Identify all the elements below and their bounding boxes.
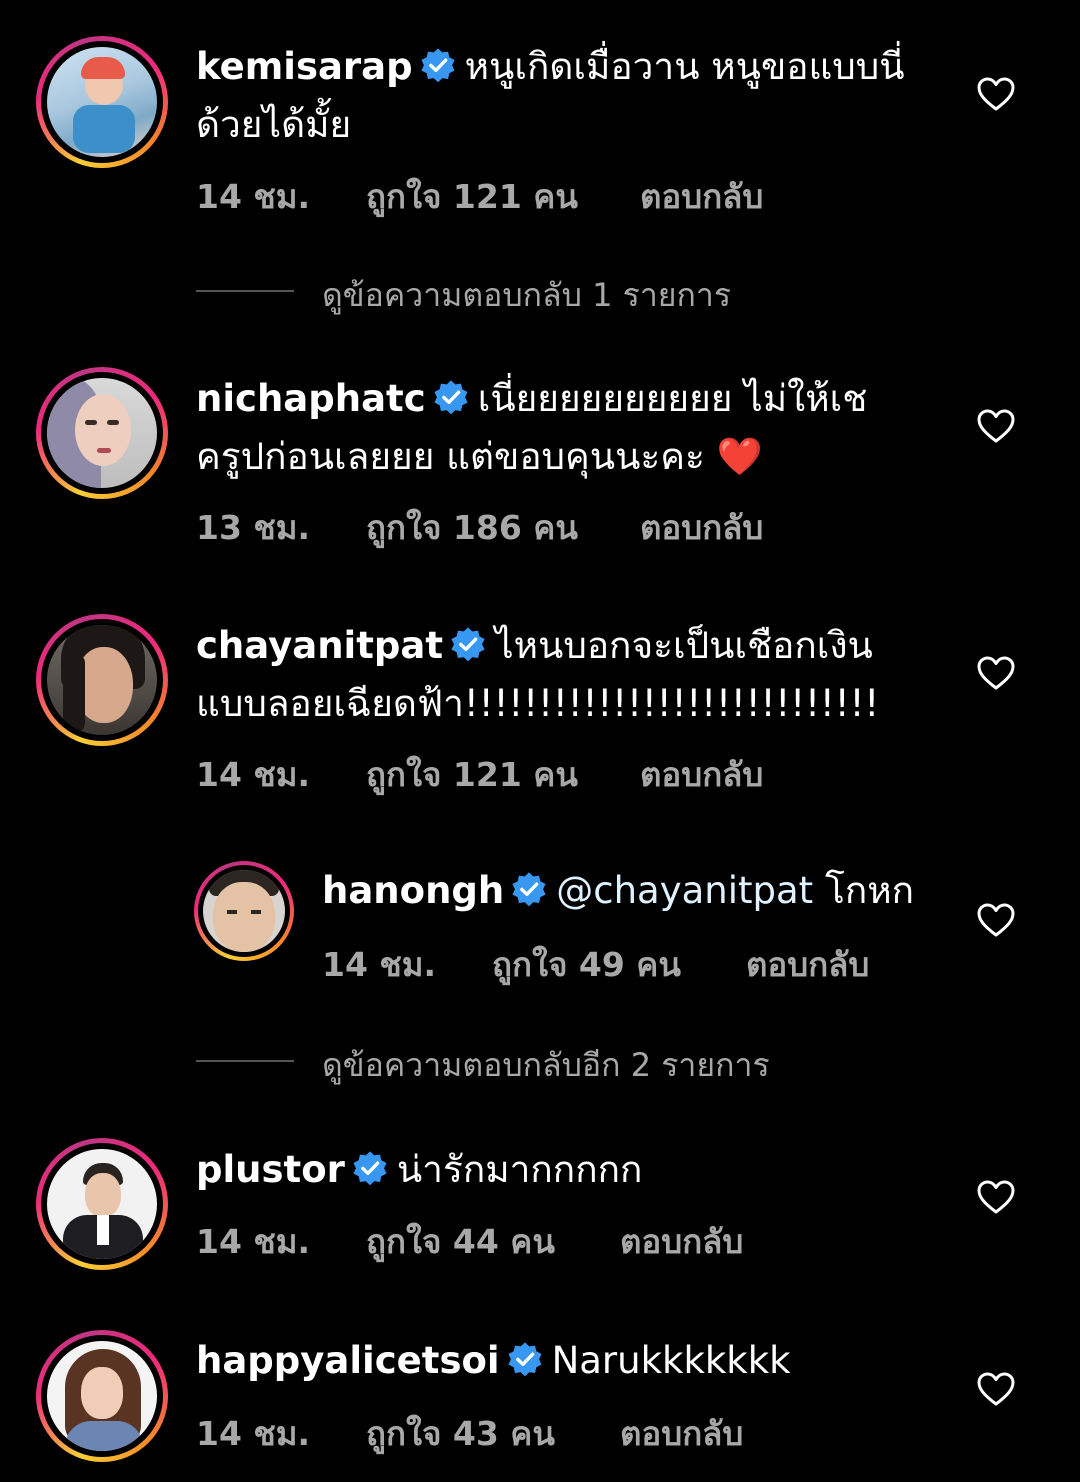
- likes-count[interactable]: ถูกใจ 121 คน: [366, 170, 578, 223]
- likes-count[interactable]: ถูกใจ 121 คน: [366, 748, 578, 801]
- comment-text: hanongh @chayanitpat โกหก: [322, 862, 942, 920]
- timestamp: 14 ชม.: [196, 177, 311, 216]
- comment-body: โกหก: [813, 869, 915, 912]
- username[interactable]: nichaphatc: [196, 377, 426, 420]
- heart-outline-icon[interactable]: [976, 407, 1016, 447]
- comment-body: หนูเกิดเมื่อวาน หนูขอแบบนี่: [464, 45, 905, 88]
- avatar[interactable]: [194, 861, 294, 961]
- timestamp: 14 ชม.: [196, 755, 311, 794]
- timestamp: 14 ชม.: [196, 1222, 311, 1261]
- likes-count[interactable]: ถูกใจ 49 คน: [492, 938, 681, 991]
- red-heart-emoji: ❤️: [716, 435, 763, 478]
- comment-body: น่ารักมากกกกก: [396, 1148, 643, 1191]
- heart-outline-icon[interactable]: [976, 75, 1016, 115]
- verified-badge-icon: [351, 1149, 389, 1187]
- username[interactable]: plustor: [196, 1148, 345, 1191]
- avatar[interactable]: [36, 614, 168, 746]
- comment-text: happyalicetsoi Narukkkkkkk: [196, 1332, 936, 1390]
- divider-line: [196, 290, 294, 292]
- username[interactable]: chayanitpat: [196, 624, 443, 667]
- comment-body: ไหนบอกจะเป็นเชือกเงิน: [495, 624, 873, 667]
- heart-outline-icon[interactable]: [976, 654, 1016, 694]
- timestamp: 13 ชม.: [196, 508, 311, 547]
- view-replies-label[interactable]: ดูข้อความตอบกลับอีก 2 รายการ: [322, 1040, 770, 1091]
- divider-line: [196, 1060, 294, 1062]
- reply-button[interactable]: ตอบกลับ: [620, 1215, 743, 1268]
- verified-badge-icon: [506, 1340, 544, 1378]
- avatar[interactable]: [36, 1330, 168, 1462]
- reply-button[interactable]: ตอบกลับ: [640, 170, 763, 223]
- likes-count[interactable]: ถูกใจ 43 คน: [366, 1407, 555, 1460]
- comment-text: chayanitpat ไหนบอกจะเป็นเชือกเงิน แบบลอยเ…: [196, 617, 936, 733]
- reply-button[interactable]: ตอบกลับ: [640, 748, 763, 801]
- verified-badge-icon: [449, 625, 487, 663]
- comment-body: เนี่ยยยยยยยยยย ไม่ให้เช: [477, 377, 868, 420]
- likes-count[interactable]: ถูกใจ 186 คน: [366, 501, 578, 554]
- verified-badge-icon: [510, 870, 548, 908]
- heart-outline-icon[interactable]: [976, 1178, 1016, 1218]
- heart-outline-icon[interactable]: [976, 1370, 1016, 1410]
- comment-text: nichaphatc เนี่ยยยยยยยยยย ไม่ให้เช ครูปก่…: [196, 370, 936, 486]
- timestamp: 14 ชม.: [196, 1414, 311, 1453]
- reply-button[interactable]: ตอบกลับ: [746, 938, 869, 991]
- verified-badge-icon: [432, 378, 470, 416]
- comment-body-line2: ครูปก่อนเลยยย แต่ขอบคุนนะคะ: [196, 435, 705, 478]
- view-replies-label[interactable]: ดูข้อความตอบกลับ 1 รายการ: [322, 270, 731, 321]
- username[interactable]: hanongh: [322, 869, 504, 912]
- timestamp: 14 ชม.: [322, 945, 437, 984]
- username[interactable]: happyalicetsoi: [196, 1339, 500, 1382]
- likes-count[interactable]: ถูกใจ 44 คน: [366, 1215, 555, 1268]
- comment-text: plustor น่ารักมากกกกก: [196, 1141, 936, 1199]
- username[interactable]: kemisarap: [196, 45, 413, 88]
- avatar[interactable]: [36, 36, 168, 168]
- verified-badge-icon: [419, 46, 457, 84]
- comment-body-line2: แบบลอยเฉียดฟ้า!!!!!!!!!!!!!!!!!!!!!!!!!!…: [196, 682, 880, 725]
- reply-button[interactable]: ตอบกลับ: [640, 501, 763, 554]
- reply-button[interactable]: ตอบกลับ: [620, 1407, 743, 1460]
- avatar[interactable]: [36, 1138, 168, 1270]
- comment-body-line2: ด้วยได้มั้ย: [196, 103, 352, 146]
- comment-text: kemisarap หนูเกิดเมื่อวาน หนูขอแบบนี่ ด้ว…: [196, 38, 936, 154]
- heart-outline-icon[interactable]: [976, 901, 1016, 941]
- mention-link[interactable]: @chayanitpat: [556, 869, 813, 912]
- avatar[interactable]: [36, 367, 168, 499]
- comment-body: Narukkkkkkk: [551, 1339, 791, 1382]
